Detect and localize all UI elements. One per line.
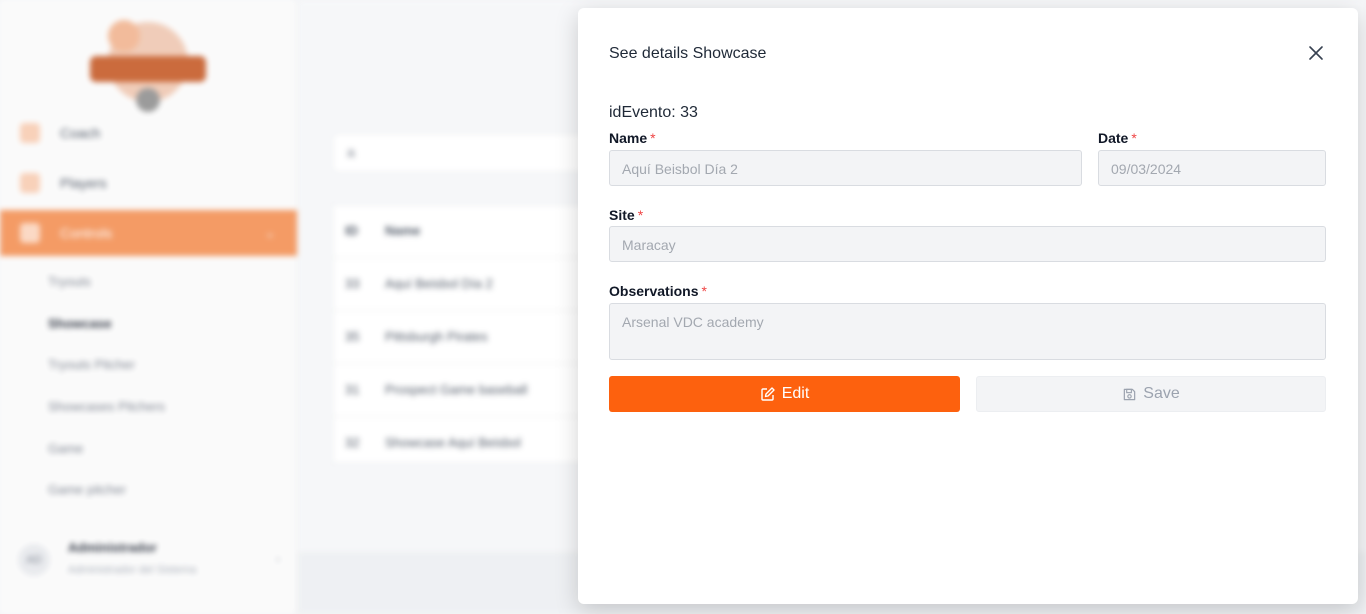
required-mark: * [637, 207, 644, 223]
close-button[interactable] [1306, 43, 1326, 63]
observations-label-text: Observations [609, 283, 699, 299]
date-field[interactable]: 09/03/2024 [1098, 150, 1326, 186]
date-label-text: Date [1098, 130, 1129, 146]
required-mark: * [701, 283, 707, 299]
site-field[interactable]: Maracay [609, 226, 1326, 262]
date-label: Date * [1098, 130, 1137, 146]
edit-button[interactable]: Edit [609, 376, 960, 412]
edit-icon [761, 387, 775, 401]
name-label: Name * [609, 130, 656, 146]
required-mark: * [1131, 130, 1137, 146]
save-button[interactable]: Save [976, 376, 1326, 412]
observations-field[interactable]: Arsenal VDC academy [609, 303, 1326, 360]
site-label-text: Site [609, 207, 635, 223]
event-id: idEvento: 33 [609, 104, 698, 121]
site-label: Site * [609, 207, 643, 223]
save-icon [1124, 388, 1136, 400]
modal-title: See details Showcase [609, 45, 767, 62]
name-field[interactable]: Aquí Beisbol Día 2 [609, 150, 1082, 186]
close-icon [1309, 46, 1323, 60]
observations-label: Observations * [609, 283, 707, 299]
details-modal: See details Showcase idEvento: 33 Name * … [578, 8, 1358, 604]
name-label-text: Name [609, 130, 648, 146]
save-button-label: Save [1143, 385, 1180, 402]
edit-button-label: Edit [781, 385, 810, 402]
required-mark: * [650, 130, 656, 146]
